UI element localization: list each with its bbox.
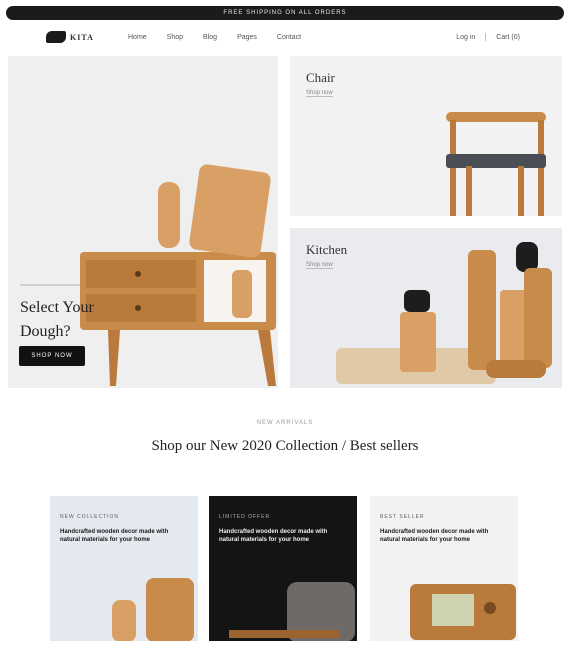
logo[interactable]: KITA — [46, 31, 94, 43]
category-card-kitchen[interactable]: Kitchen Shop now — [290, 228, 562, 388]
announcement-text: FREE SHIPPING ON ALL ORDERS — [223, 10, 347, 16]
nav-item-shop[interactable]: Shop — [167, 34, 183, 41]
nav-item-blog[interactable]: Blog — [203, 34, 217, 41]
logo-text: KITA — [70, 32, 94, 42]
hero-title-line1: Select Your — [20, 299, 94, 316]
hero-kicker-line — [20, 284, 80, 286]
header-divider — [485, 33, 487, 41]
section-title: Shop our New 2020 Collection / Best sell… — [151, 438, 419, 454]
nav-item-pages[interactable]: Pages — [237, 34, 257, 41]
promo-card-1[interactable]: NEW COLLECTION Handcrafted wooden decor … — [50, 496, 198, 641]
promo-card-2[interactable]: LIMITED OFFER Handcrafted wooden decor m… — [209, 496, 357, 641]
hero-title: Select Your Dough? — [20, 296, 94, 344]
section-kicker: NEW ARRIVALS — [256, 420, 314, 426]
category-card-chair[interactable]: Chair Shop now — [290, 56, 562, 216]
shop-now-button[interactable]: SHOP NOW — [19, 346, 85, 366]
site-header: KITA Home Shop Blog Pages Contact Log in… — [0, 24, 570, 52]
account-link[interactable]: Log in — [456, 34, 475, 41]
promo-3-illustration — [410, 584, 516, 640]
header-actions: Log in Cart (0) — [456, 33, 520, 41]
hero-title-line2: Dough? — [20, 323, 71, 340]
promo-2-illustration — [229, 582, 355, 641]
announcement-bar: FREE SHIPPING ON ALL ORDERS — [6, 6, 564, 20]
promo-1-illustration — [112, 578, 194, 641]
logo-mark-icon — [46, 31, 66, 43]
nav-item-contact[interactable]: Contact — [277, 34, 301, 41]
hero-banner[interactable]: Select Your Dough? SHOP NOW — [8, 56, 278, 388]
chair-illustration — [446, 112, 546, 216]
promo-card-3[interactable]: BEST SELLER Handcrafted wooden decor mad… — [370, 496, 518, 641]
main-nav: Home Shop Blog Pages Contact — [128, 34, 301, 41]
kitchen-tools-illustration — [336, 242, 552, 384]
nav-item-home[interactable]: Home — [128, 34, 147, 41]
cart-link[interactable]: Cart (0) — [496, 34, 520, 41]
